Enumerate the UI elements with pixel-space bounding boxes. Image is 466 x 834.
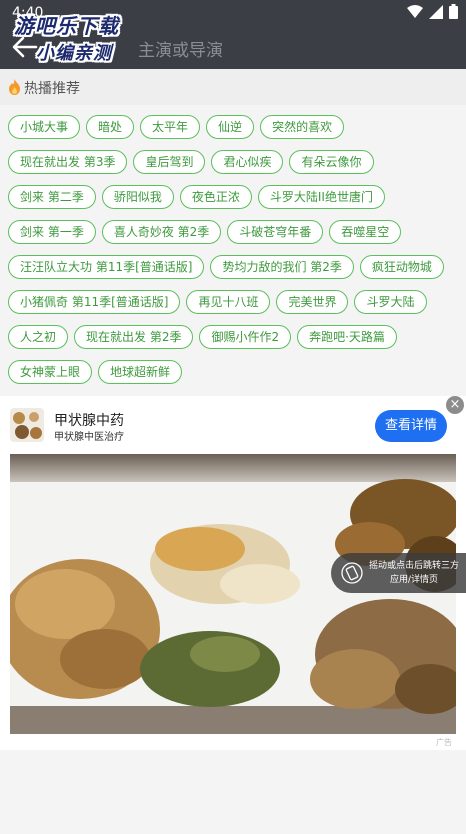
hot-tags-list: 小城大事 暗处 太平年 仙逆 突然的喜欢现在就出发 第3季 皇后驾到 君心似疾 有朵云像你剑来… bbox=[8, 115, 460, 384]
hot-tag[interactable]: 再见十八班 bbox=[186, 290, 271, 314]
hot-tag[interactable]: 太平年 bbox=[140, 115, 201, 139]
hot-tag[interactable]: 人之初 bbox=[8, 325, 69, 349]
hot-tag[interactable]: 完美世界 bbox=[276, 290, 349, 314]
wifi-icon bbox=[407, 4, 423, 18]
ad-title: 甲状腺中药 bbox=[54, 413, 124, 429]
hot-tag[interactable]: 小城大事 bbox=[8, 115, 81, 139]
ad-label: 广告 bbox=[436, 738, 452, 747]
hot-section-header: 热播推荐 bbox=[0, 69, 466, 105]
hot-tag[interactable]: 有朵云像你 bbox=[289, 150, 374, 174]
hot-tag[interactable]: 皇后驾到 bbox=[133, 150, 206, 174]
hot-tag[interactable]: 地球超新鲜 bbox=[98, 360, 183, 384]
status-icons bbox=[407, 4, 458, 19]
hot-tag[interactable]: 现在就出发 第3季 bbox=[8, 150, 128, 174]
hot-tag[interactable]: 奔跑吧·天路篇 bbox=[297, 325, 397, 349]
hot-tag[interactable]: 喜人奇妙夜 第2季 bbox=[101, 220, 222, 244]
section-title: 热播推荐 bbox=[24, 81, 80, 97]
ad-subtitle: 甲状腺中医治疗 bbox=[54, 432, 124, 443]
hot-tag[interactable]: 吞噬星空 bbox=[329, 220, 402, 244]
fire-icon bbox=[9, 79, 20, 95]
hot-tag[interactable]: 现在就出发 第2季 bbox=[74, 325, 194, 349]
hot-tag[interactable]: 疯狂动物城 bbox=[359, 255, 444, 279]
search-input[interactable]: 主演或导演 bbox=[138, 36, 223, 61]
hot-tag[interactable]: 势均力敌的我们 第2季 bbox=[210, 255, 354, 279]
hot-tag[interactable]: 骄阳似我 bbox=[101, 185, 174, 209]
hot-tag[interactable]: 暗处 bbox=[86, 115, 135, 139]
ad-close-button[interactable]: × bbox=[446, 396, 464, 414]
watermark-line-2: 小编亲测 bbox=[36, 43, 112, 64]
hot-tag[interactable]: 斗罗大陆II绝世唐门 bbox=[257, 185, 385, 209]
hot-tag[interactable]: 突然的喜欢 bbox=[260, 115, 345, 139]
hot-tag[interactable]: 仙逆 bbox=[206, 115, 255, 139]
hot-tag[interactable]: 剑来 第一季 bbox=[8, 220, 96, 244]
hot-tag[interactable]: 女神蒙上眼 bbox=[8, 360, 93, 384]
hot-tag[interactable]: 小猪佩奇 第11季[普通话版] bbox=[8, 290, 181, 314]
battery-icon bbox=[449, 4, 458, 19]
hot-tag[interactable]: 夜色正浓 bbox=[179, 185, 252, 209]
hot-tag[interactable]: 君心似疾 bbox=[211, 150, 284, 174]
ad-card[interactable]: × 甲状腺中药 甲状腺中医治疗 查看详情 摇动或点击后跳转三方应用/详情页 广告 bbox=[0, 396, 466, 750]
hot-tag[interactable]: 剑来 第二季 bbox=[8, 185, 96, 209]
shake-overlay[interactable]: 摇动或点击后跳转三方应用/详情页 bbox=[331, 553, 466, 593]
ad-image[interactable] bbox=[10, 454, 456, 734]
shake-overlay-text: 摇动或点击后跳转三方应用/详情页 bbox=[368, 561, 459, 585]
watermark-logo: 游吧乐下载 小编亲测 bbox=[14, 10, 119, 65]
ad-logo bbox=[10, 408, 44, 442]
signal-icon bbox=[429, 4, 443, 19]
watermark-line-1: 游吧乐下载 bbox=[14, 14, 119, 38]
hot-tag[interactable]: 斗破苍穹年番 bbox=[227, 220, 324, 244]
empty-area bbox=[0, 750, 466, 834]
shake-phone-icon bbox=[341, 562, 363, 584]
hot-tag[interactable]: 汪汪队立大功 第11季[普通话版] bbox=[8, 255, 205, 279]
hot-tag[interactable]: 御赐小仵作2 bbox=[199, 325, 292, 349]
hot-tag[interactable]: 斗罗大陆 bbox=[354, 290, 427, 314]
ad-details-button[interactable]: 查看详情 bbox=[375, 410, 447, 442]
